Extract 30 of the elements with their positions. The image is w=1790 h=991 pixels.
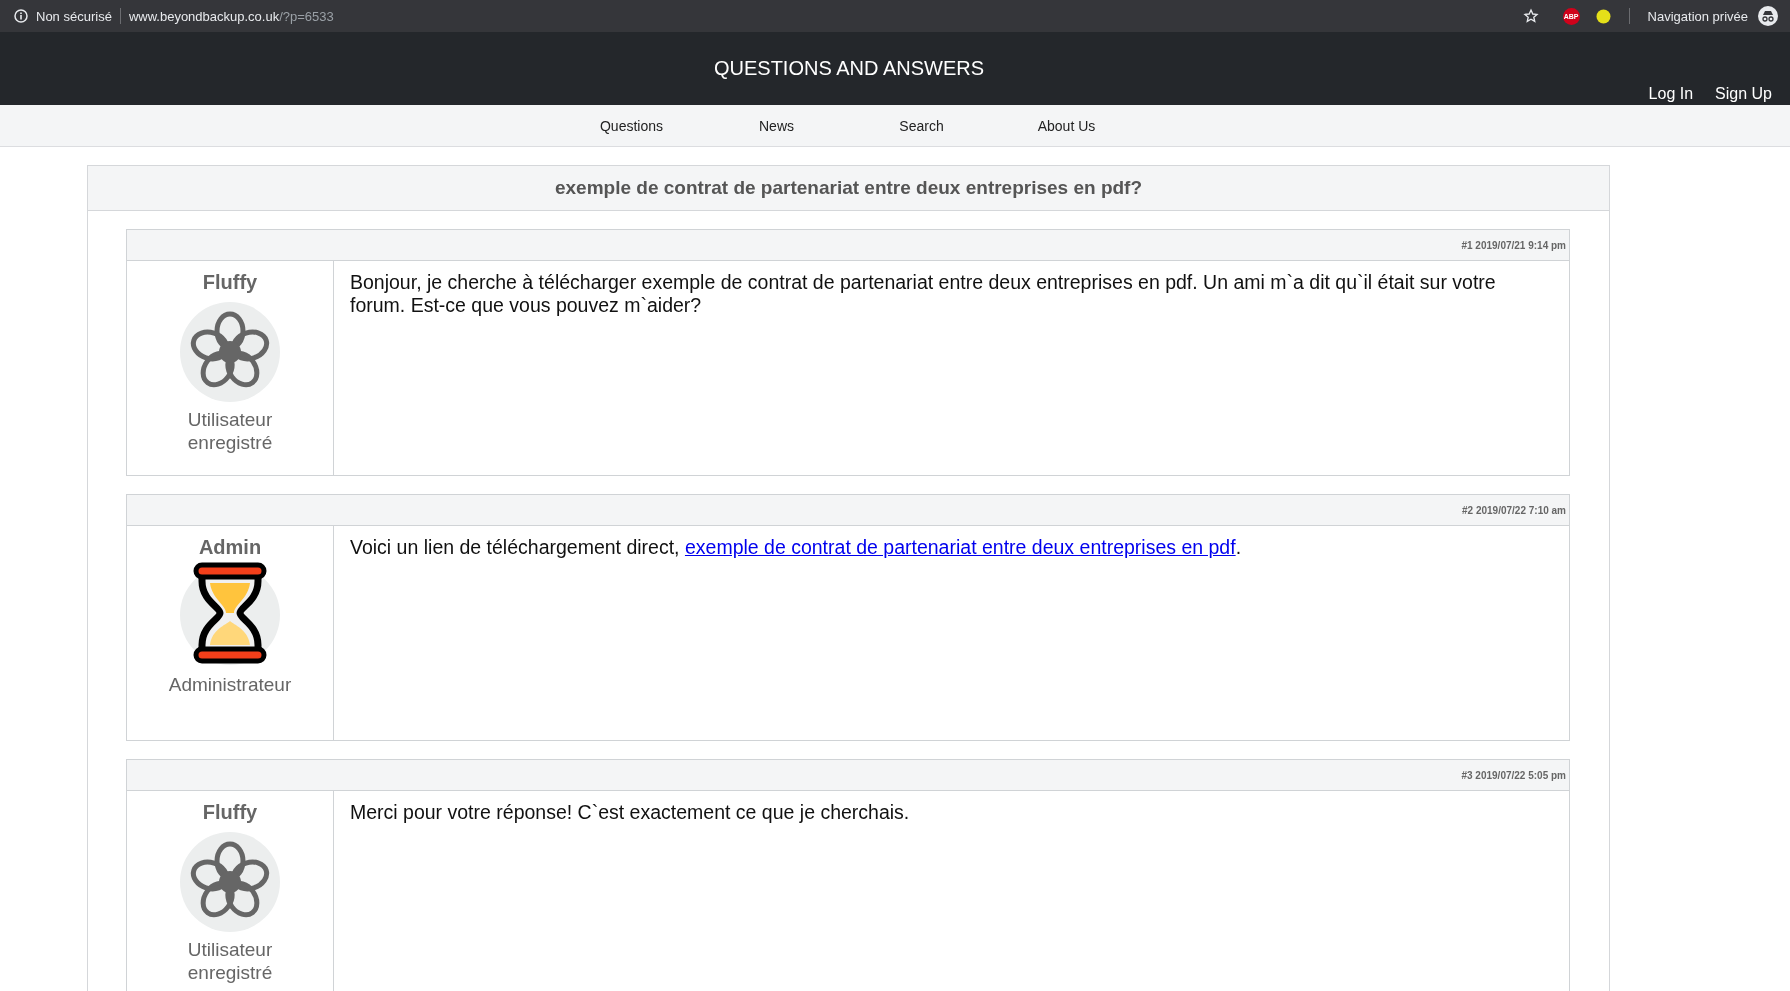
nav-link[interactable]: About Us <box>994 117 1139 134</box>
author-role: Utilisateur enregistré <box>186 938 274 984</box>
author-name: Fluffy <box>202 801 258 824</box>
nav-link[interactable]: Search <box>849 117 994 134</box>
author-role: Administrateur <box>168 673 292 696</box>
nav-link[interactable]: Questions <box>559 117 704 134</box>
post-meta: #3 2019/07/22 5:05 pm <box>1461 769 1566 781</box>
post-meta: #2 2019/07/22 7:10 am <box>1462 504 1566 516</box>
auth-link[interactable]: Log In <box>1648 85 1694 103</box>
security-label: Non sécurisé <box>36 8 112 24</box>
nav-link[interactable]: News <box>704 117 849 134</box>
post-text: Bonjour, je cherche à télécharger exemple de contrat de partenariat entre deux entreprises en pdf. Un ami m`a dit qu`il était sur votre forum. Est-ce que vous pouvez m`aider? <box>349 270 1497 318</box>
incognito-icon[interactable] <box>1758 6 1778 26</box>
author-name: Admin <box>198 536 262 559</box>
question-title: exemple de contrat de partenariat entre deux entreprises en pdf? <box>88 166 1609 211</box>
post-meta: #1 2019/07/21 9:14 pm <box>1461 239 1566 251</box>
profile-label[interactable]: Navigation privée <box>1647 8 1748 24</box>
info-icon[interactable] <box>14 9 28 23</box>
flower-avatar-icon <box>180 302 280 402</box>
download-link[interactable]: exemple de contrat de partenariat entre deux entreprises en pdf <box>684 536 1236 558</box>
star-icon[interactable] <box>1522 8 1539 24</box>
auth-link[interactable]: Sign Up <box>1715 85 1772 103</box>
post-text: Voici un lien de téléchargement direct, exemple de contrat de partenariat entre deux entreprises en pdf. <box>349 535 1243 560</box>
site-title: QUESTIONS AND ANSWERS <box>713 57 985 81</box>
url-field[interactable]: www.beyondbackup.co.uk/?p=6533 <box>128 8 334 24</box>
flower-avatar-icon <box>180 832 280 932</box>
post-text: Merci pour votre réponse! C`est exactement ce que je cherchais. <box>349 800 911 825</box>
author-role: Utilisateur enregistré <box>186 408 274 454</box>
author-name: Fluffy <box>202 271 258 294</box>
ball-icon[interactable] <box>1595 8 1611 24</box>
